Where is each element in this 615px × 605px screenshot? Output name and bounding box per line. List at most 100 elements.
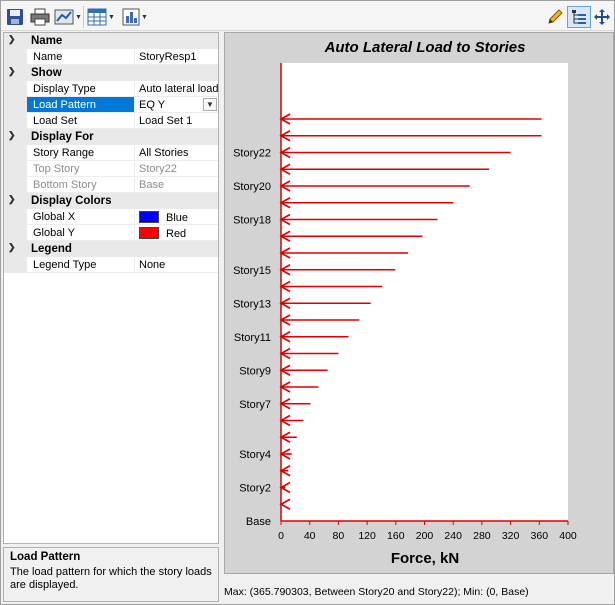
prop-label: Bottom Story [27, 177, 135, 193]
x-axis-title: Force, kN [391, 550, 459, 567]
prop-row-name[interactable]: Name StoryResp1 [4, 49, 218, 65]
x-tick-label: 400 [559, 530, 577, 542]
prop-row-global-x[interactable]: Global X Blue [4, 209, 218, 225]
x-tick-label: 160 [387, 530, 405, 542]
color-swatch [139, 211, 159, 223]
move-icon [594, 9, 610, 25]
x-tick-label: 280 [473, 530, 491, 542]
legend-type-value[interactable]: None [135, 257, 218, 273]
x-tick-label: 360 [531, 530, 549, 542]
chevron-down-icon[interactable]: ▼ [108, 14, 115, 21]
prop-row-display-type[interactable]: Display Type Auto lateral loads [4, 81, 218, 97]
chevron-down-icon[interactable]: ❯ [8, 34, 20, 48]
story-label: Story9 [239, 365, 271, 377]
prop-label: Load Set [27, 113, 135, 129]
display-options-button[interactable]: ▼ [54, 6, 82, 28]
prop-label: Legend Type [27, 257, 135, 273]
chevron-down-icon[interactable]: ▼ [141, 14, 148, 21]
prop-row-top-story: Top Story Story22 [4, 161, 218, 177]
prop-row-load-set[interactable]: Load Set Load Set 1 [4, 113, 218, 129]
story-label: Base [246, 516, 271, 528]
prop-label: Top Story [27, 161, 135, 177]
category-name[interactable]: ❯ Name [4, 33, 218, 49]
color-swatch [139, 227, 159, 239]
story-label: Story4 [239, 449, 271, 461]
prop-row-load-pattern[interactable]: Load Pattern EQ Y ▼ [4, 97, 218, 113]
global-y-color[interactable]: Red [135, 225, 218, 241]
plot-area [281, 63, 568, 521]
table-icon [87, 8, 107, 26]
story-range-value[interactable]: All Stories [135, 145, 218, 161]
edit-button[interactable] [546, 6, 564, 28]
global-x-color[interactable]: Blue [135, 209, 218, 225]
story-label: Story20 [233, 181, 271, 193]
story-label: Story15 [233, 265, 271, 277]
story-label: Story11 [234, 332, 271, 344]
load-set-value[interactable]: Load Set 1 [135, 113, 218, 129]
chevron-down-icon[interactable]: ❯ [8, 130, 20, 144]
prop-row-story-range[interactable]: Story Range All Stories [4, 145, 218, 161]
x-tick-label: 320 [502, 530, 520, 542]
global-x-value: Blue [166, 212, 189, 224]
category-display-for[interactable]: ❯ Display For [4, 129, 218, 145]
print-button[interactable] [30, 6, 52, 28]
chevron-down-icon[interactable]: ▼ [203, 98, 217, 111]
x-tick-label: 120 [358, 530, 376, 542]
help-title: Load Pattern [10, 551, 81, 563]
prop-row-bottom-story: Bottom Story Base [4, 177, 218, 193]
category-label: Legend [31, 243, 72, 255]
x-tick-label: 0 [278, 530, 284, 542]
story-label: Story2 [239, 483, 271, 495]
category-display-colors[interactable]: ❯ Display Colors [4, 193, 218, 209]
x-tick-label: 80 [333, 530, 345, 542]
print-icon [30, 8, 50, 26]
x-tick-label: 240 [444, 530, 462, 542]
save-icon [7, 9, 23, 25]
x-tick-label: 40 [304, 530, 316, 542]
move-button[interactable] [593, 6, 611, 28]
category-label: Name [31, 35, 63, 47]
status-text: Max: (365.790303, Between Story20 and St… [224, 586, 529, 598]
prop-row-legend-type[interactable]: Legend Type None [4, 257, 218, 273]
help-pane: Load Pattern The load pattern for which … [3, 547, 219, 602]
display-type-value[interactable]: Auto lateral loads [135, 81, 218, 97]
chart-icon [122, 8, 140, 26]
load-pattern-value: EQ Y [139, 99, 166, 111]
name-value[interactable]: StoryResp1 [135, 49, 218, 65]
toolbar: ▼ ▼ ▼ [1, 1, 614, 31]
chevron-down-icon[interactable]: ❯ [8, 66, 20, 80]
x-tick-label: 200 [416, 530, 434, 542]
prop-label: Name [27, 49, 135, 65]
category-show[interactable]: ❯ Show [4, 65, 218, 81]
prop-label: Global Y [27, 225, 135, 241]
help-description: The load pattern for which the story loa… [10, 566, 212, 591]
story-label: Story18 [233, 215, 271, 227]
story-label: Story7 [239, 399, 271, 411]
prop-label: Load Pattern [27, 97, 135, 113]
load-pattern-select[interactable]: EQ Y ▼ [135, 97, 218, 113]
category-legend[interactable]: ❯ Legend [4, 241, 218, 257]
chevron-down-icon[interactable]: ❯ [8, 194, 20, 208]
chart-panel[interactable]: Auto Lateral Load to Stories Base Story2 S… [224, 32, 614, 574]
story-response-window: ▼ ▼ ▼ ❯ Name Name StoryResp1 ❯ Show Disp… [0, 0, 615, 605]
tree-view-button[interactable] [567, 6, 591, 28]
prop-label: Story Range [27, 145, 135, 161]
story-load-chart: Auto Lateral Load to Stories Base Story2 S… [233, 39, 577, 567]
global-y-value: Red [166, 228, 187, 240]
table-button[interactable]: ▼ [87, 6, 115, 28]
story-label: Story22 [233, 148, 271, 160]
top-story-value: Story22 [135, 161, 218, 177]
toolbar-separator [83, 6, 84, 28]
chevron-down-icon[interactable]: ❯ [8, 242, 20, 256]
prop-row-global-y[interactable]: Global Y Red [4, 225, 218, 241]
prop-label: Display Type [27, 81, 135, 97]
save-button[interactable] [6, 6, 24, 28]
category-label: Display Colors [31, 195, 112, 207]
display-options-icon [54, 9, 74, 25]
bottom-story-value: Base [135, 177, 218, 193]
story-label: Story13 [233, 298, 271, 310]
chevron-down-icon[interactable]: ▼ [75, 14, 82, 21]
chart-title: Auto Lateral Load to Stories [324, 39, 526, 56]
category-label: Display For [31, 131, 94, 143]
chart-button[interactable]: ▼ [122, 6, 148, 28]
